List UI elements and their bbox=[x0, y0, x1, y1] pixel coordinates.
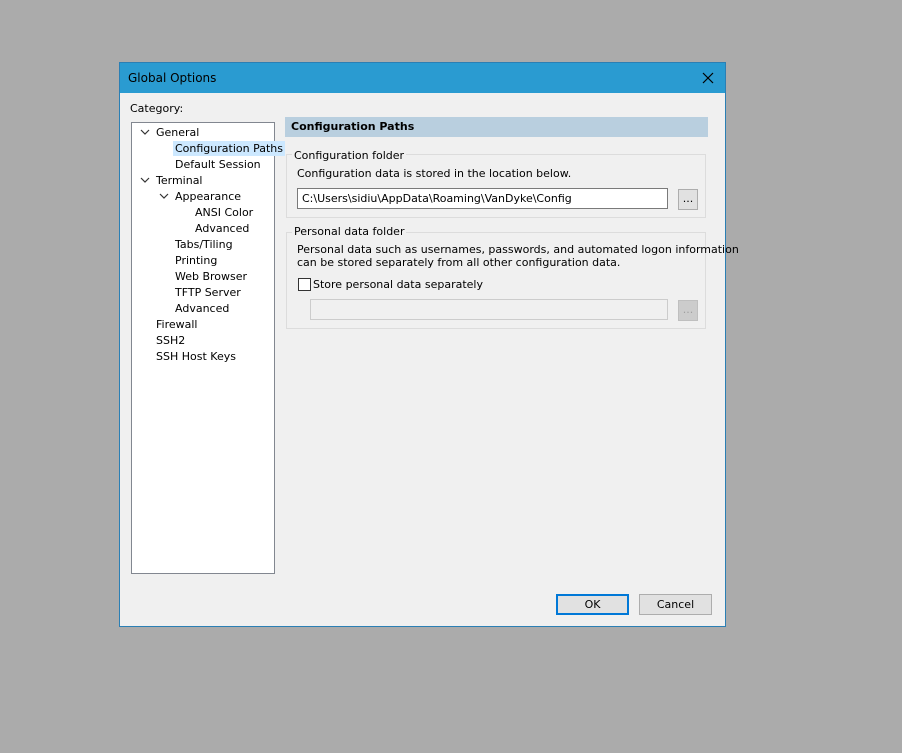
cancel-button[interactable]: Cancel bbox=[639, 594, 712, 615]
tree-item-terminal[interactable]: Terminal bbox=[154, 173, 205, 188]
dialog-title: Global Options bbox=[128, 71, 217, 85]
tree-item-web-browser[interactable]: Web Browser bbox=[173, 269, 249, 284]
tree-item-configuration-paths[interactable]: Configuration Paths bbox=[173, 141, 285, 156]
configuration-folder-label: Configuration folder bbox=[292, 149, 407, 162]
category-label: Category: bbox=[130, 102, 184, 115]
global-options-dialog: Global Options Category: General Configu… bbox=[119, 62, 739, 627]
tree-item-ansi-color[interactable]: ANSI Color bbox=[193, 205, 255, 220]
ok-button[interactable]: OK bbox=[556, 594, 629, 615]
tree-item-appearance[interactable]: Appearance bbox=[173, 189, 243, 204]
tree-item-printing[interactable]: Printing bbox=[173, 253, 219, 268]
configuration-folder-description: Configuration data is stored in the loca… bbox=[297, 167, 572, 180]
title-bar[interactable]: Global Options bbox=[120, 63, 725, 93]
tree-item-ssh-host-keys[interactable]: SSH Host Keys bbox=[154, 349, 238, 364]
chevron-down-icon[interactable] bbox=[140, 175, 150, 185]
tree-item-ssh2[interactable]: SSH2 bbox=[154, 333, 187, 348]
personal-data-description-line2: can be stored separately from all other … bbox=[297, 256, 621, 269]
store-personal-data-label[interactable]: Store personal data separately bbox=[313, 278, 483, 291]
configuration-folder-browse-button[interactable]: ... bbox=[678, 189, 698, 210]
tree-item-tftp-server[interactable]: TFTP Server bbox=[173, 285, 243, 300]
close-button[interactable] bbox=[691, 63, 725, 93]
chevron-down-icon[interactable] bbox=[140, 127, 150, 137]
close-icon bbox=[702, 72, 714, 84]
tree-item-firewall[interactable]: Firewall bbox=[154, 317, 199, 332]
store-personal-data-checkbox[interactable] bbox=[298, 278, 311, 291]
tree-item-default-session[interactable]: Default Session bbox=[173, 157, 263, 172]
tree-item-tabs-tiling[interactable]: Tabs/Tiling bbox=[173, 237, 235, 252]
personal-data-folder-label: Personal data folder bbox=[292, 225, 407, 238]
chevron-down-icon[interactable] bbox=[159, 191, 169, 201]
configuration-folder-path-input[interactable]: C:\Users\sidiu\AppData\Roaming\VanDyke\C… bbox=[297, 188, 668, 209]
section-title: Configuration Paths bbox=[291, 120, 415, 133]
category-tree[interactable]: General Configuration Paths Default Sess… bbox=[131, 122, 285, 574]
personal-data-browse-button[interactable]: ... bbox=[678, 300, 698, 321]
tree-item-general[interactable]: General bbox=[154, 125, 201, 140]
personal-data-path-input[interactable] bbox=[310, 299, 668, 320]
personal-data-description-line1: Personal data such as usernames, passwor… bbox=[297, 243, 739, 256]
tree-item-appearance-advanced[interactable]: Advanced bbox=[193, 221, 251, 236]
tree-item-terminal-advanced[interactable]: Advanced bbox=[173, 301, 231, 316]
section-header: Configuration Paths bbox=[285, 117, 708, 137]
